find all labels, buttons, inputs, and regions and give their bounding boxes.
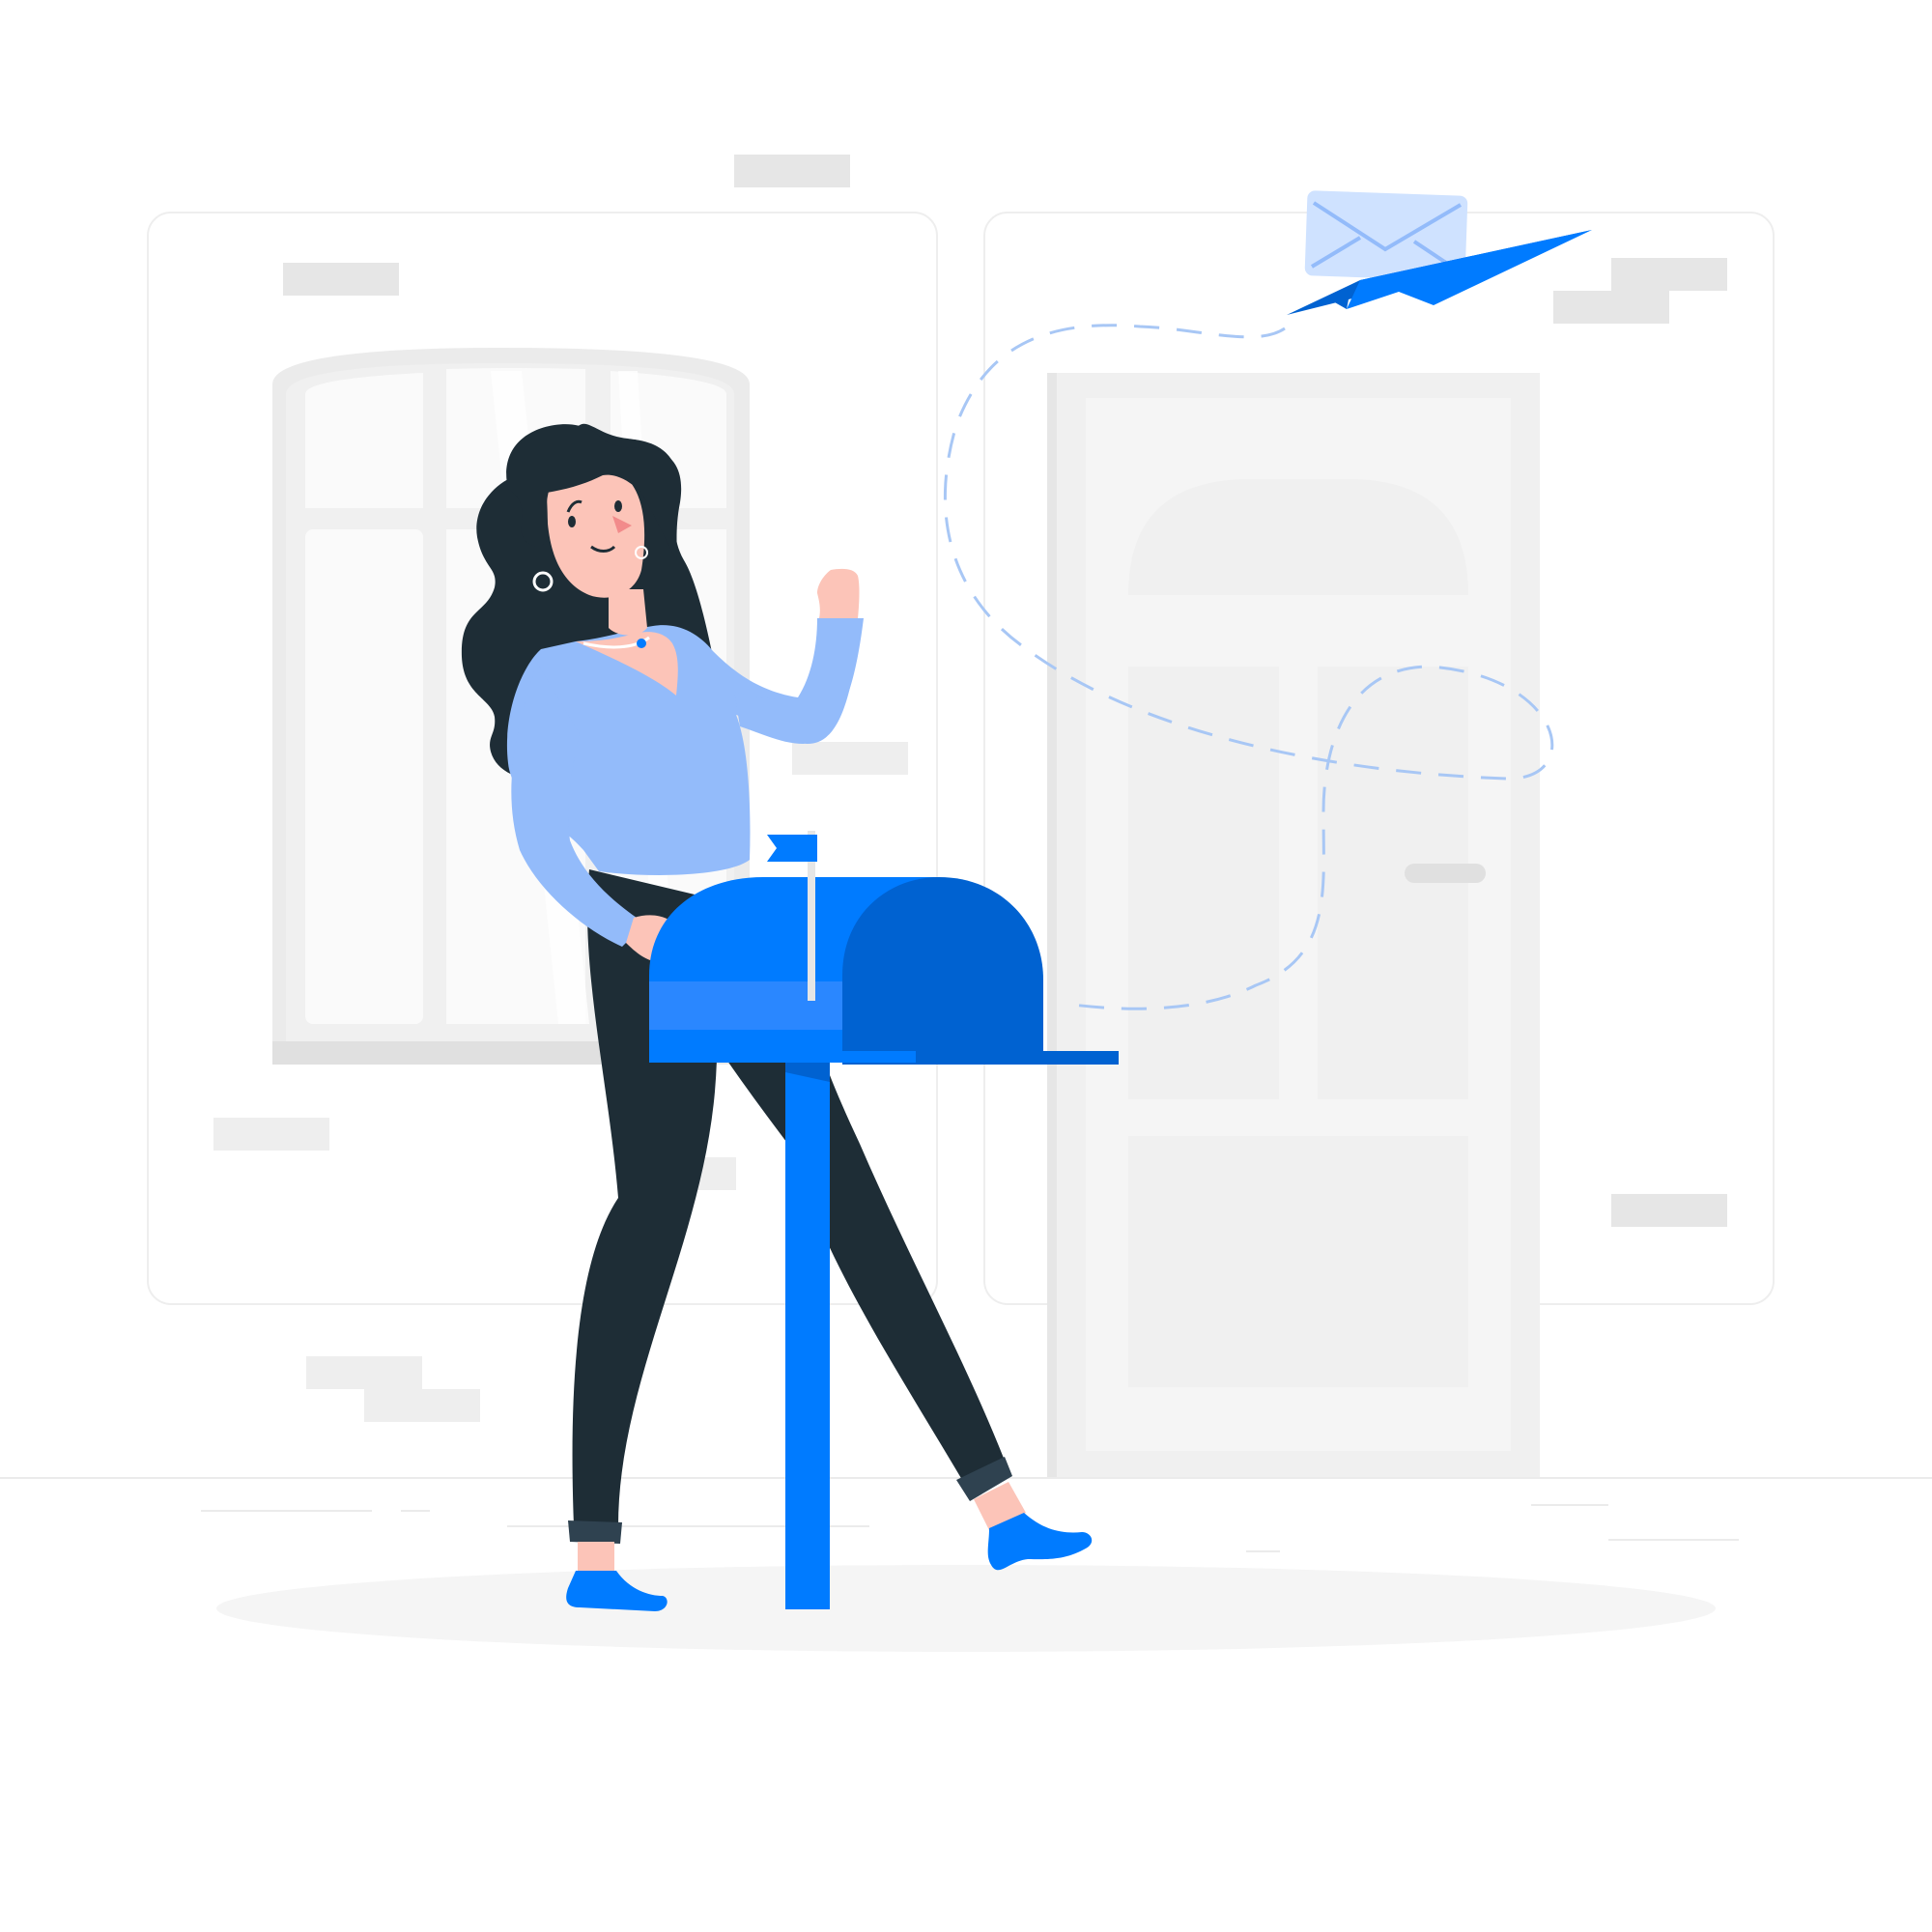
brick [213, 1118, 329, 1151]
pants-cuff [568, 1520, 622, 1544]
floor [0, 1477, 1932, 1652]
mail-illustration [0, 155, 1932, 1652]
brick [306, 1356, 422, 1389]
door-handle [1405, 864, 1486, 883]
window-sill [272, 1041, 601, 1065]
mailbox-post [785, 1053, 830, 1609]
door-inset [1128, 1136, 1468, 1387]
brick [1611, 258, 1727, 291]
brick [1611, 1194, 1727, 1227]
brick [283, 263, 399, 296]
door-arch-window [1128, 479, 1468, 595]
brick [734, 155, 850, 187]
ground-shadow [216, 1565, 1716, 1652]
eye [614, 500, 622, 512]
window-pane [305, 373, 423, 508]
necklace-pendant [637, 639, 646, 648]
brick [792, 742, 908, 775]
door [1047, 373, 1540, 1478]
window-pane [305, 529, 423, 1024]
brick [364, 1389, 480, 1422]
mailbox-base [649, 1051, 916, 1063]
door-frame-edge [1047, 373, 1057, 1478]
ankle [578, 1542, 614, 1573]
eye [568, 516, 576, 527]
brick [1553, 291, 1669, 324]
